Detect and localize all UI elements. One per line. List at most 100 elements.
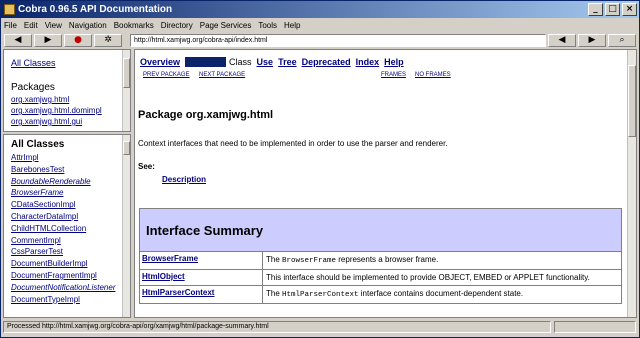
class-list: AttrImpl BarebonesTest BoundableRenderab… [11, 152, 123, 305]
table-row: BrowserFrame The BrowserFrame represents… [140, 252, 621, 270]
title-bar[interactable]: Cobra 0.96.5 API Documentation _ □ × [1, 1, 639, 18]
interface-summary-heading: Interface Summary [140, 209, 621, 252]
nav-index[interactable]: Index [356, 57, 380, 67]
doc-navbar: Overview Class Use Tree Deprecated Index… [140, 57, 409, 67]
class-link[interactable]: AttrImpl [11, 152, 123, 164]
close-button[interactable]: × [622, 3, 637, 16]
menu-file[interactable]: File [4, 21, 17, 30]
class-link[interactable]: CDataSectionImpl [11, 199, 123, 211]
packages-heading: Packages [11, 82, 55, 93]
nav-back-button[interactable]: ◀ [548, 33, 576, 47]
nav-use[interactable]: Use [257, 57, 274, 67]
all-classes-heading: All Classes [11, 139, 65, 150]
menu-edit[interactable]: Edit [24, 21, 38, 30]
minimize-button[interactable]: _ [588, 3, 603, 16]
app-icon [4, 4, 15, 15]
interface-link[interactable]: BrowserFrame [11, 187, 123, 199]
classes-frame: All Classes AttrImpl BarebonesTest Bound… [3, 134, 131, 318]
search-icon: ⌕ [619, 34, 625, 45]
reload-icon: ✲ [104, 34, 112, 45]
progress-indicator [554, 320, 636, 333]
left-frames: All Classes Packages org.xamjwg.html org… [3, 49, 131, 318]
interface-description: The HtmlParserContext interface contains… [263, 286, 621, 303]
content-scrollbar[interactable] [627, 50, 636, 317]
interface-name-link[interactable]: BrowserFrame [140, 252, 263, 269]
all-classes-link[interactable]: All Classes [11, 58, 56, 68]
nav-help[interactable]: Help [384, 57, 404, 67]
table-row: HtmlObject This interface should be impl… [140, 270, 621, 286]
classes-scrollbar[interactable] [122, 135, 130, 317]
page-title: Package org.xamjwg.html [138, 109, 274, 121]
menu-directory[interactable]: Directory [161, 21, 193, 30]
packages-scrollbar[interactable] [122, 50, 130, 131]
go-button[interactable]: ▶ [578, 33, 606, 47]
packages-frame: All Classes Packages org.xamjwg.html org… [3, 49, 131, 132]
desc-code: HtmlParserContext [282, 291, 359, 299]
toolbar: ◀ ▶ ● ✲ http://html.xamjwg.org/cobra-api… [1, 32, 639, 48]
desc-text: interface contains document-dependent st… [358, 289, 524, 298]
scroll-thumb[interactable] [123, 58, 130, 88]
frames-link[interactable]: FRAMES [381, 72, 406, 78]
forward-button[interactable]: ▶ [34, 33, 62, 47]
status-bar: Processed http://html.xamjwg.org/cobra-a… [3, 319, 637, 334]
browser-window: Cobra 0.96.5 API Documentation _ □ × Fil… [0, 0, 640, 338]
nav-deprecated[interactable]: Deprecated [302, 57, 351, 67]
package-link[interactable]: org.xamjwg.html.domimpl [11, 105, 102, 116]
menu-page-services[interactable]: Page Services [200, 21, 252, 30]
nav-tree[interactable]: Tree [278, 57, 297, 67]
description-link[interactable]: Description [162, 175, 206, 184]
prev-package-link[interactable]: PREV PACKAGE [143, 72, 190, 78]
package-link[interactable]: org.xamjwg.html.gui [11, 116, 102, 127]
scroll-thumb[interactable] [628, 65, 636, 137]
back-button[interactable]: ◀ [4, 33, 32, 47]
interface-name-link[interactable]: HtmlObject [140, 270, 263, 285]
desc-text: This interface should be implemented to … [266, 273, 590, 282]
menu-tools[interactable]: Tools [258, 21, 277, 30]
scroll-thumb[interactable] [123, 141, 130, 155]
menu-view[interactable]: View [45, 21, 62, 30]
interface-description: The BrowserFrame represents a browser fr… [263, 252, 621, 269]
nav-package-current [185, 57, 227, 67]
go-arrow-icon: ▶ [588, 34, 596, 45]
desc-text: represents a browser frame. [336, 255, 439, 264]
desc-code: BrowserFrame [282, 257, 337, 265]
interface-link[interactable]: DocumentNotificationListener [11, 282, 123, 294]
menu-help[interactable]: Help [284, 21, 300, 30]
interface-link[interactable]: BoundableRenderable [11, 176, 123, 188]
status-text: Processed http://html.xamjwg.org/cobra-a… [3, 320, 551, 333]
package-list: org.xamjwg.html org.xamjwg.html.domimpl … [11, 94, 102, 127]
back-arrow-icon: ◀ [558, 34, 566, 45]
class-link[interactable]: DocumentFragmentImpl [11, 270, 123, 282]
class-link[interactable]: ChildHTMLCollection [11, 223, 123, 235]
window-title: Cobra 0.96.5 API Documentation [18, 4, 173, 15]
maximize-button[interactable]: □ [605, 3, 620, 16]
desc-text: The [266, 255, 283, 264]
table-row: HtmlParserContext The HtmlParserContext … [140, 286, 621, 303]
class-link[interactable]: CssParserTest [11, 246, 123, 258]
package-link[interactable]: org.xamjwg.html [11, 94, 102, 105]
next-package-link[interactable]: NEXT PACKAGE [199, 72, 245, 78]
search-button[interactable]: ⌕ [608, 33, 636, 47]
reload-button[interactable]: ✲ [94, 33, 122, 47]
class-link[interactable]: DocumentBuilderImpl [11, 258, 123, 270]
address-field[interactable]: http://html.xamjwg.org/cobra-api/index.h… [130, 33, 546, 47]
class-link[interactable]: BarebonesTest [11, 164, 123, 176]
see-label: See: [138, 162, 155, 171]
nav-overview[interactable]: Overview [140, 57, 180, 67]
class-link[interactable]: DocumentTypeImpl [11, 294, 123, 306]
no-frames-link[interactable]: NO FRAMES [415, 72, 451, 78]
forward-arrow-icon: ▶ [44, 34, 52, 45]
interface-description: This interface should be implemented to … [263, 270, 621, 285]
menu-navigation[interactable]: Navigation [69, 21, 107, 30]
interface-summary-table: Interface Summary BrowserFrame The Brows… [139, 208, 622, 304]
package-description: Context interfaces that need to be imple… [138, 139, 448, 148]
class-link[interactable]: CommentImpl [11, 235, 123, 247]
content-frame: Overview Class Use Tree Deprecated Index… [134, 49, 637, 318]
menu-bookmarks[interactable]: Bookmarks [114, 21, 154, 30]
desc-text: The [266, 289, 283, 298]
back-arrow-icon: ◀ [14, 34, 22, 45]
stop-button[interactable]: ● [64, 33, 92, 47]
interface-name-link[interactable]: HtmlParserContext [140, 286, 263, 303]
class-link[interactable]: CharacterDataImpl [11, 211, 123, 223]
nav-class: Class [229, 57, 252, 67]
